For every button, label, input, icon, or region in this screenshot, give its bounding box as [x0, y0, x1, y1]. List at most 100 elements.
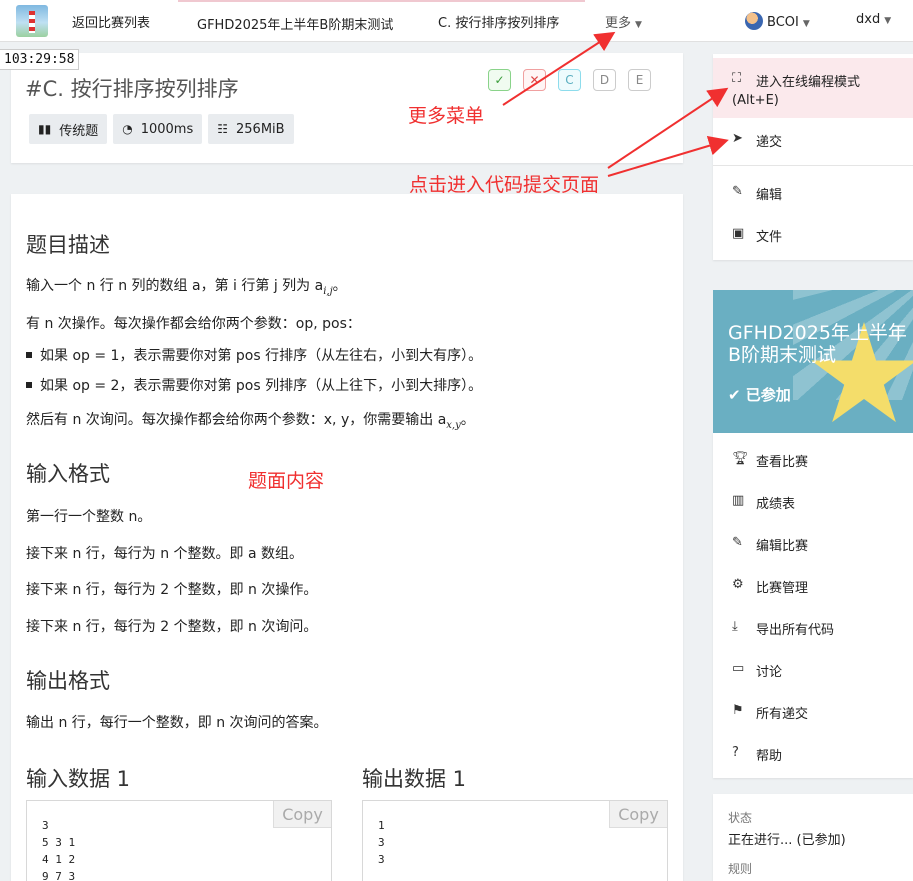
files-label: 文件: [756, 230, 783, 245]
all-submissions-button[interactable]: ⚑ 所有递交: [713, 703, 913, 722]
view-contest-button[interactable]: 🏆︎ 查看比赛: [713, 451, 913, 470]
files-button[interactable]: ▣ 文件: [713, 226, 913, 245]
online-mode-label: 进入在线编程模式: [756, 75, 861, 90]
top-navbar: 返回比赛列表 GFHD2025年上半年B阶期末测试 C. 按行排序按列排序 更多…: [0, 0, 913, 42]
menu-label: 帮助: [756, 749, 783, 764]
submit-label: 递交: [756, 135, 783, 150]
contest-name: GFHD2025年上半年B阶期末测试: [728, 322, 907, 366]
section-description-title: 题目描述: [26, 233, 110, 257]
section-input-title: 输入格式: [26, 462, 110, 486]
tag-label: 传统题: [59, 123, 99, 139]
problem-tags: ▮▮ 传统题 ◔ 1000ms ☷ 256MiB: [29, 114, 294, 144]
problem-c-status[interactable]: C: [558, 69, 581, 91]
scoreboard-button[interactable]: ▥ 成绩表: [713, 493, 913, 512]
description-subscript: x,y: [446, 419, 461, 431]
status-value: 正在进行... (已参加): [728, 833, 846, 848]
problem-switcher: ✓ ✕ C D E: [488, 69, 651, 91]
description-line: 然后有 n 次询问。每次操作都会给你两个参数：x, y，你需要输出 ax,y。: [26, 409, 475, 431]
input-line: 第一行一个整数 n。: [26, 509, 152, 525]
book-icon: ▮▮: [38, 122, 52, 136]
fullscreen-icon: ⛶: [732, 71, 742, 86]
site-logo[interactable]: [16, 5, 48, 37]
export-code-button[interactable]: ⤓ 导出所有代码: [713, 619, 913, 638]
rule-label: 规则: [728, 862, 753, 876]
menu-label: 查看比赛: [756, 455, 809, 470]
annotation-more-menu: 更多菜单: [408, 105, 485, 127]
sample-input-box: Copy 3 5 3 1 4 1 2 9 7 3: [26, 800, 332, 881]
contest-timer: 103:29:58: [0, 49, 80, 70]
help-button[interactable]: ? 帮助: [713, 745, 913, 764]
memory-icon: ☷: [217, 122, 229, 136]
contest-manage-button[interactable]: ⚙ 比赛管理: [713, 577, 913, 596]
problem-e-status[interactable]: E: [628, 69, 651, 91]
status-label: 状态: [728, 811, 753, 825]
nav-user-label: dxd: [856, 12, 881, 27]
annotation-submit-page: 点击进入代码提交页面: [409, 174, 600, 196]
chevron-down-icon: ▼: [802, 19, 810, 29]
menu-label: 编辑比赛: [756, 539, 809, 554]
list-item: 如果 op = 2，表示需要你对第 pos 列排序（从上往下，小到大排序）。: [26, 375, 482, 395]
menu-label: 所有递交: [756, 707, 809, 722]
menu-label: 讨论: [756, 665, 783, 680]
description-subscript: i,j: [323, 285, 333, 297]
tag-label: 256MiB: [236, 121, 285, 137]
nav-org-menu[interactable]: BCOI ▼: [745, 12, 810, 30]
bar-chart-icon: ▥: [732, 493, 745, 508]
nav-org-label: BCOI: [767, 15, 799, 30]
annotation-content: 题面内容: [248, 470, 325, 492]
org-avatar-icon: [745, 12, 763, 30]
check-icon: ✔: [728, 386, 746, 404]
description-text: 输入一个 n 行 n 列的数组 a，第 i 行第 j 列为 a: [26, 278, 324, 294]
contest-banner[interactable]: GFHD2025年上半年B阶期末测试 ✔ 已参加: [713, 290, 913, 433]
comment-icon: ▭: [732, 661, 745, 676]
input-line: 接下来 n 行，每行为 n 个整数。即 a 数组。: [26, 546, 304, 562]
gear-icon: ⚙: [732, 577, 744, 592]
nav-more-menu[interactable]: 更多 ▼: [605, 12, 642, 31]
description-text: 然后有 n 次询问。每次操作都会给你两个参数：x, y，你需要输出 a: [26, 412, 447, 428]
discussion-button[interactable]: ▭ 讨论: [713, 661, 913, 680]
menu-label: 比赛管理: [756, 581, 809, 596]
image-file-icon: ▣: [732, 226, 745, 241]
joined-label: 已参加: [745, 386, 791, 404]
problem-d-status[interactable]: D: [593, 69, 616, 91]
input-line: 接下来 n 行，每行为 2 个整数，即 n 次操作。: [26, 582, 318, 598]
sample-input-title: 输入数据 1: [26, 767, 131, 791]
tag-label: 1000ms: [140, 121, 194, 137]
problem-actions-menu: ⛶ 进入在线编程模式 (Alt+E) ➤ 递交 ✎ 编辑 ▣ 文件: [713, 54, 913, 260]
submit-button[interactable]: ➤ 递交: [713, 131, 913, 150]
problem-b-status[interactable]: ✕: [523, 69, 546, 91]
flag-icon: ⚑: [732, 703, 744, 718]
copy-input-button[interactable]: Copy: [273, 801, 331, 828]
description-text-end: 。: [460, 412, 475, 428]
nav-user-menu[interactable]: dxd ▼: [856, 12, 891, 27]
edit-button[interactable]: ✎ 编辑: [713, 184, 913, 203]
online-mode-shortcut: (Alt+E): [732, 93, 779, 108]
sample-output-title: 输出数据 1: [362, 767, 467, 791]
nav-back-to-contests[interactable]: 返回比赛列表: [72, 12, 150, 31]
problem-a-status[interactable]: ✓: [488, 69, 511, 91]
nav-problem[interactable]: C. 按行排序按列排序: [438, 12, 559, 31]
list-item: 如果 op = 1，表示需要你对第 pos 行排序（从左往右，小到大有序）。: [26, 345, 482, 365]
menu-label: 导出所有代码: [756, 623, 835, 638]
send-icon: ➤: [732, 131, 743, 146]
trophy-icon: 🏆︎: [732, 451, 749, 466]
edit-label: 编辑: [756, 188, 783, 203]
copy-output-button[interactable]: Copy: [609, 801, 667, 828]
problem-content: 题目描述 输入一个 n 行 n 列的数组 a，第 i 行第 j 列为 ai,j 。…: [11, 194, 683, 881]
joined-status: ✔ 已参加: [728, 384, 791, 405]
contest-info: 状态 正在进行... (已参加) 规则: [713, 794, 913, 881]
sample-output-box: Copy 1 3 3: [362, 800, 668, 881]
input-line: 接下来 n 行，每行为 2 个整数，即 n 次询问。: [26, 619, 318, 635]
nav-contest-label: GFHD2025年上半年B阶期末测试: [197, 18, 394, 33]
tag-time-limit: ◔ 1000ms: [113, 114, 203, 144]
problem-title: #C. 按行排序按列排序: [25, 77, 239, 101]
output-line: 输出 n 行，每行一个整数，即 n 次询问的答案。: [26, 715, 328, 731]
pencil-icon: ✎: [732, 184, 743, 199]
online-mode-button[interactable]: ⛶ 进入在线编程模式 (Alt+E): [713, 58, 913, 118]
help-icon: ?: [732, 745, 739, 760]
download-icon: ⤓: [732, 619, 738, 634]
divider: [713, 165, 913, 166]
edit-contest-button[interactable]: ✎ 编辑比赛: [713, 535, 913, 554]
problem-header: #C. 按行排序按列排序 ▮▮ 传统题 ◔ 1000ms ☷ 256MiB ✓ ✕ C…: [11, 53, 683, 163]
stopwatch-icon: ◔: [122, 122, 133, 136]
